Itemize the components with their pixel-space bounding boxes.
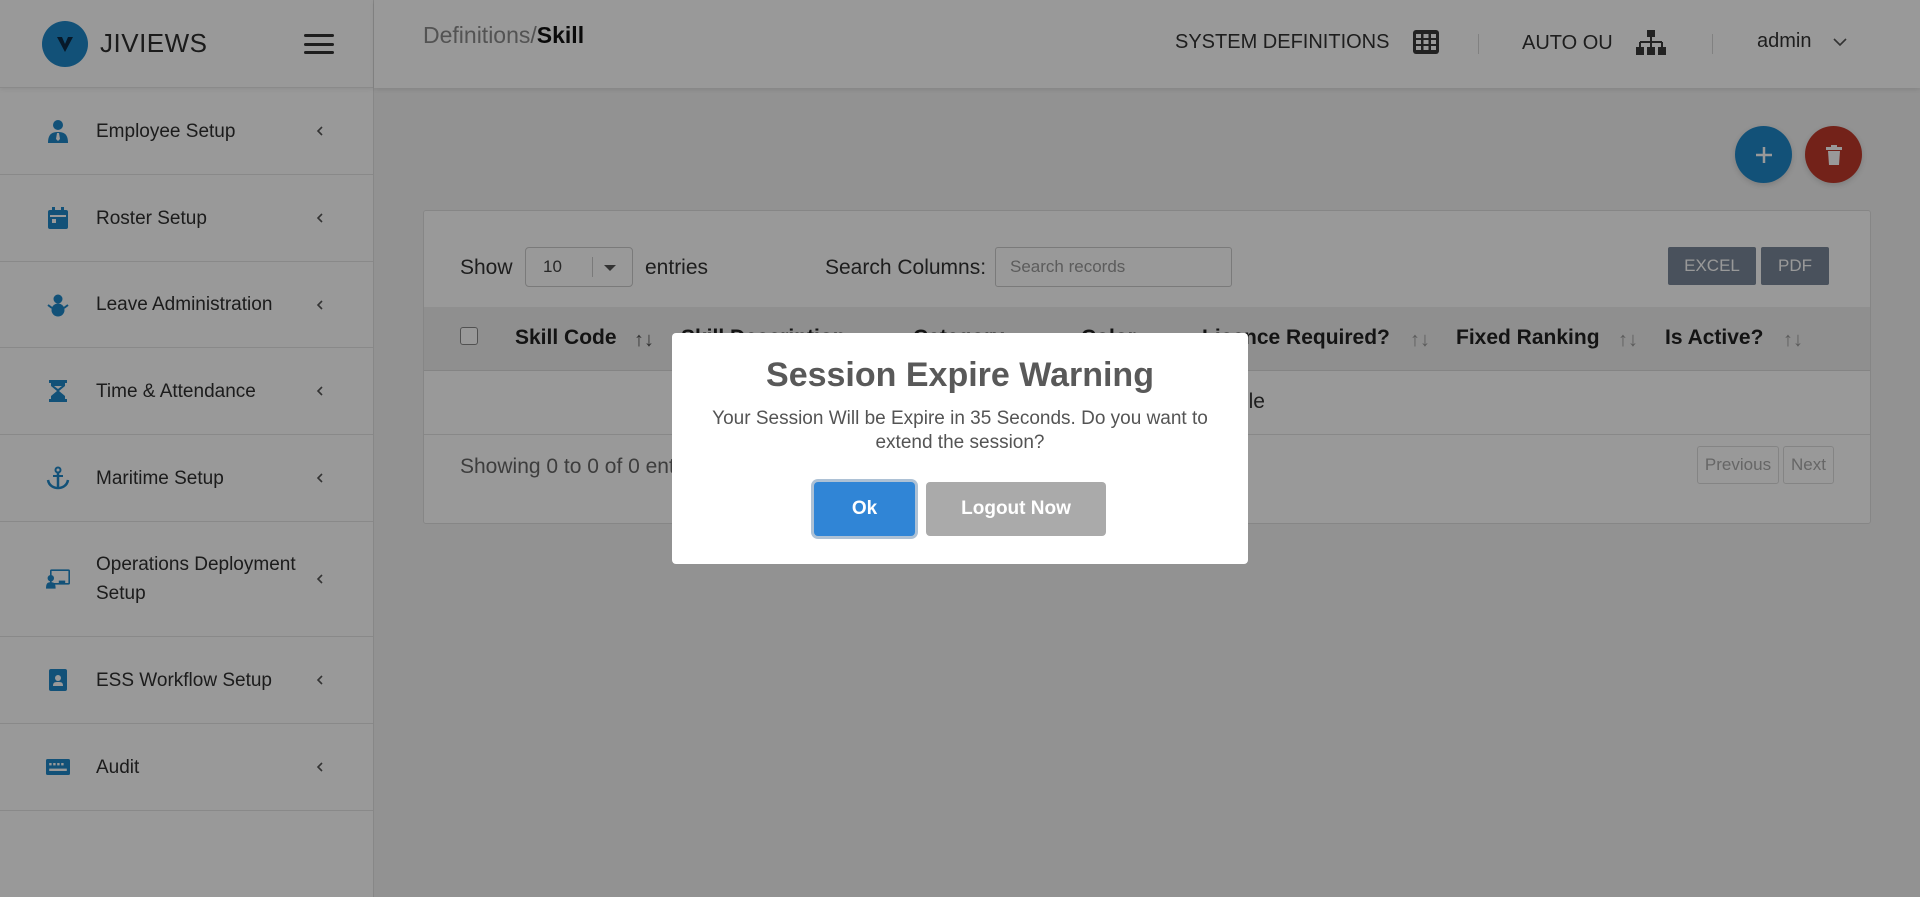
dialog-message: Your Session Will be Expire in 35 Second…	[712, 408, 1208, 453]
session-expire-dialog: Session Expire Warning Your Session Will…	[672, 333, 1248, 564]
logout-now-button[interactable]: Logout Now	[926, 482, 1106, 536]
ok-button[interactable]: Ok	[814, 482, 915, 536]
dialog-actions: Ok Logout Now	[672, 482, 1248, 536]
dialog-title: Session Expire Warning	[766, 356, 1154, 394]
